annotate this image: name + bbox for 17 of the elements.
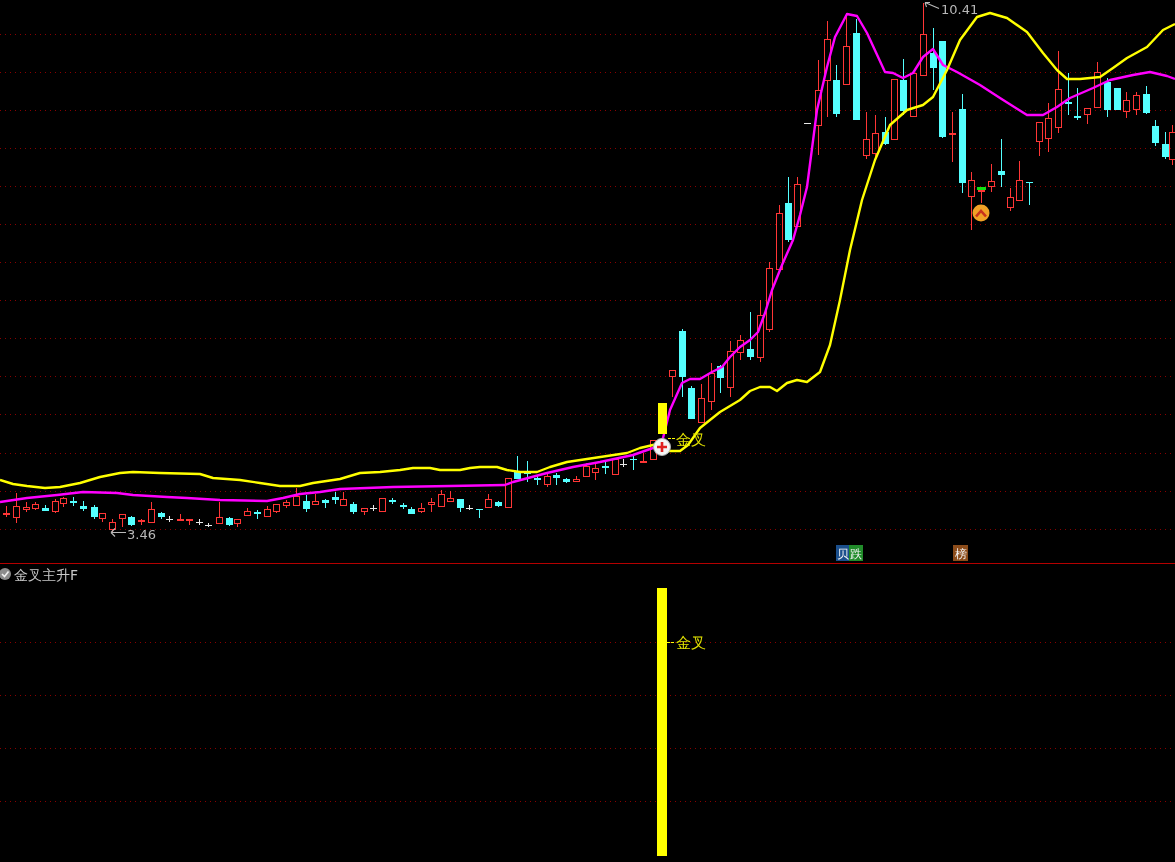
leader-line	[668, 438, 675, 439]
chevron-up-circle-icon	[972, 204, 990, 222]
indicator-title: 金叉主升F	[14, 567, 79, 583]
leader-arrow-icon	[110, 527, 127, 538]
signal-label: 金叉	[676, 431, 706, 449]
plus-circle-icon	[653, 438, 671, 456]
signal-label: 金叉	[676, 634, 706, 652]
price-low-label: 3.46	[127, 527, 156, 542]
event-tag[interactable]: 跌	[849, 545, 863, 561]
price-high-label: 10.41	[941, 2, 979, 17]
leader-arrow-icon	[924, 1, 940, 10]
dash-marker-icon	[977, 187, 986, 190]
signal-bar	[658, 403, 667, 434]
event-tag[interactable]: 榜	[953, 545, 968, 561]
check-circle-icon[interactable]	[0, 568, 11, 580]
event-tag[interactable]: 贝	[836, 545, 849, 561]
leader-line	[667, 642, 674, 643]
